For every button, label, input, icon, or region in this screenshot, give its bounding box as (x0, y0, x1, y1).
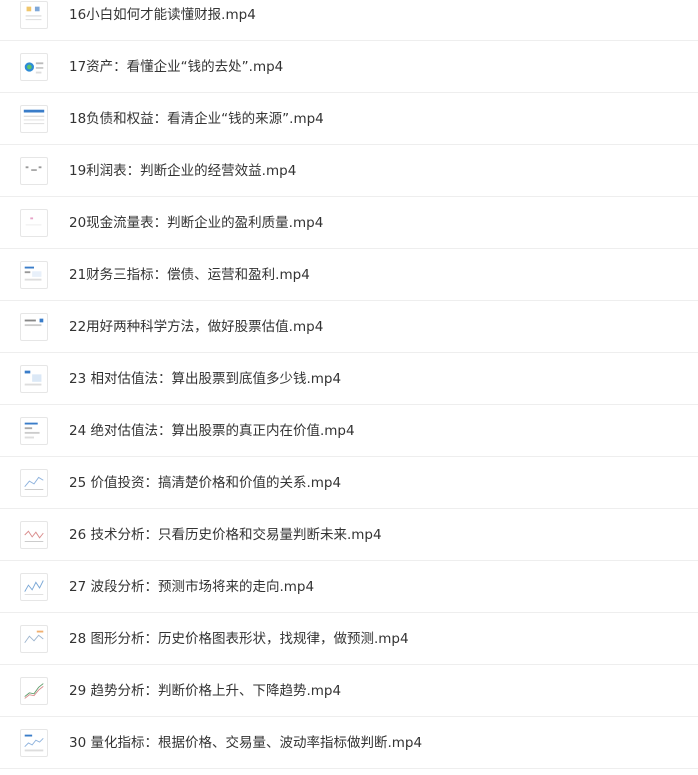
file-name[interactable]: 17资产：看懂企业“钱的去处”.mp4 (69, 41, 283, 93)
video-thumbnail-icon[interactable] (20, 573, 48, 601)
file-row[interactable]: 28 图形分析：历史价格图表形状，找规律，做预测.mp4 (0, 613, 698, 665)
file-row[interactable]: 29 趋势分析：判断价格上升、下降趋势.mp4 (0, 665, 698, 717)
file-name[interactable]: 27 波段分析：预测市场将来的走向.mp4 (69, 561, 314, 613)
video-thumbnail-icon[interactable] (20, 469, 48, 497)
file-name[interactable]: 30 量化指标：根据价格、交易量、波动率指标做判断.mp4 (69, 717, 422, 769)
video-thumbnail-icon[interactable] (20, 53, 48, 81)
video-thumbnail-icon[interactable] (20, 209, 48, 237)
file-row[interactable]: 23 相对估值法：算出股票到底值多少钱.mp4 (0, 353, 698, 405)
file-name[interactable]: 25 价值投资：搞清楚价格和价值的关系.mp4 (69, 457, 341, 509)
video-thumbnail-icon[interactable] (20, 261, 48, 289)
file-name[interactable]: 22用好两种科学方法，做好股票估值.mp4 (69, 301, 323, 353)
file-name[interactable]: 20现金流量表：判断企业的盈利质量.mp4 (69, 197, 323, 249)
file-row[interactable]: 25 价值投资：搞清楚价格和价值的关系.mp4 (0, 457, 698, 509)
video-thumbnail-icon[interactable] (20, 521, 48, 549)
file-name[interactable]: 21财务三指标：偿债、运营和盈利.mp4 (69, 249, 310, 301)
video-thumbnail-icon[interactable] (20, 729, 48, 757)
file-row[interactable]: 26 技术分析：只看历史价格和交易量判断未来.mp4 (0, 509, 698, 561)
file-row[interactable]: 30 量化指标：根据价格、交易量、波动率指标做判断.mp4 (0, 717, 698, 769)
file-row[interactable]: 18负债和权益：看清企业“钱的来源”.mp4 (0, 93, 698, 145)
file-name[interactable]: 18负债和权益：看清企业“钱的来源”.mp4 (69, 93, 324, 145)
file-row[interactable]: 16小白如何才能读懂财报.mp4 (0, 0, 698, 41)
file-row[interactable]: 22用好两种科学方法，做好股票估值.mp4 (0, 301, 698, 353)
file-name[interactable]: 19利润表：判断企业的经营效益.mp4 (69, 145, 296, 197)
video-thumbnail-icon[interactable] (20, 1, 48, 29)
video-thumbnail-icon[interactable] (20, 417, 48, 445)
file-row[interactable]: 19利润表：判断企业的经营效益.mp4 (0, 145, 698, 197)
file-name[interactable]: 16小白如何才能读懂财报.mp4 (69, 0, 256, 41)
file-row[interactable]: 24 绝对估值法：算出股票的真正内在价值.mp4 (0, 405, 698, 457)
video-thumbnail-icon[interactable] (20, 157, 48, 185)
file-row[interactable]: 27 波段分析：预测市场将来的走向.mp4 (0, 561, 698, 613)
video-thumbnail-icon[interactable] (20, 677, 48, 705)
file-name[interactable]: 26 技术分析：只看历史价格和交易量判断未来.mp4 (69, 509, 382, 561)
file-name[interactable]: 23 相对估值法：算出股票到底值多少钱.mp4 (69, 353, 341, 405)
file-name[interactable]: 24 绝对估值法：算出股票的真正内在价值.mp4 (69, 405, 355, 457)
file-row[interactable]: 17资产：看懂企业“钱的去处”.mp4 (0, 41, 698, 93)
video-thumbnail-icon[interactable] (20, 625, 48, 653)
video-thumbnail-icon[interactable] (20, 105, 48, 133)
video-thumbnail-icon[interactable] (20, 365, 48, 393)
file-row[interactable]: 21财务三指标：偿债、运营和盈利.mp4 (0, 249, 698, 301)
file-name[interactable]: 29 趋势分析：判断价格上升、下降趋势.mp4 (69, 665, 341, 717)
file-row[interactable]: 20现金流量表：判断企业的盈利质量.mp4 (0, 197, 698, 249)
video-thumbnail-icon[interactable] (20, 313, 48, 341)
file-list: 16小白如何才能读懂财报.mp4 17资产：看懂企业“钱的去处”.mp4 18负债和… (0, 0, 698, 769)
file-name[interactable]: 28 图形分析：历史价格图表形状，找规律，做预测.mp4 (69, 613, 409, 665)
